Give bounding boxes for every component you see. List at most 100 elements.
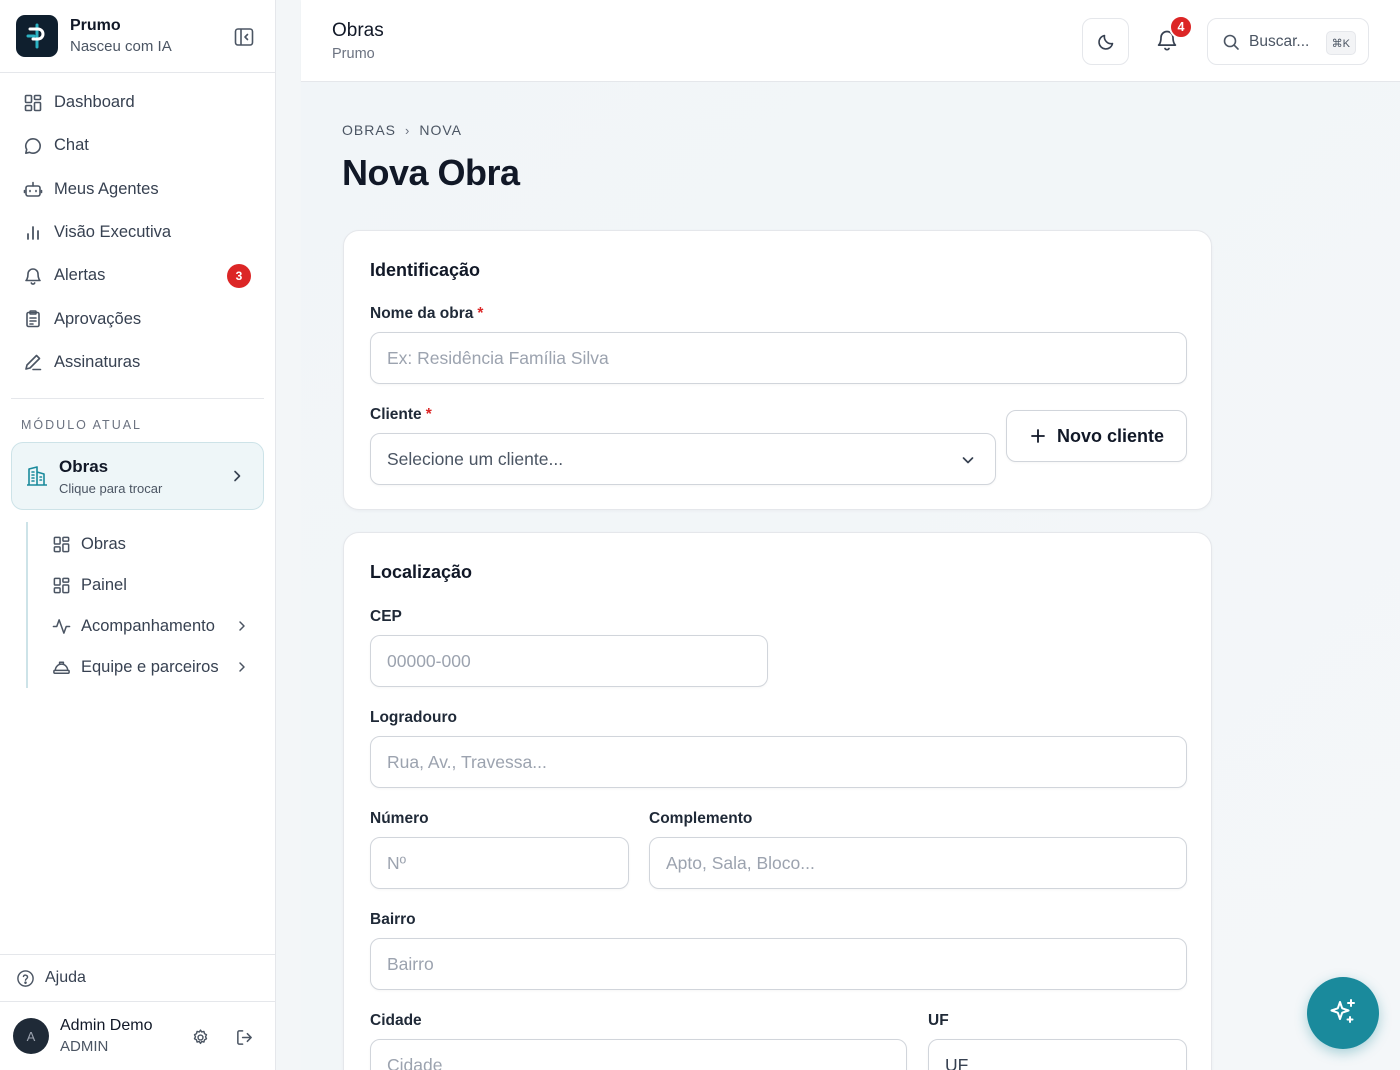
subnav-item-label: Painel <box>81 576 127 595</box>
sidebar-item-label: Chat <box>54 136 89 155</box>
sidebar-item-label: Visão Executiva <box>54 223 172 242</box>
chevron-right-icon <box>234 470 241 482</box>
gear-icon[interactable] <box>191 1028 210 1047</box>
module-title: Obras <box>59 456 109 476</box>
input-placeholder: Cidade <box>387 1054 443 1070</box>
nome-obra-label: Nome da obra * <box>370 305 483 323</box>
notifications-count-badge: 4 <box>1169 15 1193 39</box>
subnav-item-label: Equipe e parceiros <box>81 658 219 677</box>
user-name: Admin Demo <box>60 1017 153 1034</box>
novo-cliente-button[interactable]: Novo cliente <box>1006 410 1187 462</box>
button-label: Novo cliente <box>1056 425 1165 446</box>
uf-select[interactable]: UF <box>928 1039 1187 1070</box>
card-title: Localização <box>370 562 473 582</box>
complemento-input[interactable]: Apto, Sala, Bloco... <box>649 837 1187 889</box>
breadcrumb-parent[interactable]: OBRAS <box>342 122 396 138</box>
pen-icon <box>25 355 42 371</box>
ai-assistant-button[interactable] <box>1307 977 1379 1049</box>
subnav-item-painel[interactable]: Painel <box>28 565 275 606</box>
header-title: Obras <box>332 20 384 41</box>
search-icon <box>1223 34 1239 50</box>
grid-icon <box>53 577 70 594</box>
input-placeholder: Bairro <box>387 953 434 974</box>
sidebar-collapse-icon[interactable] <box>233 26 255 48</box>
cep-input[interactable]: 00000-000 <box>370 635 768 687</box>
sidebar-item-label: Aprovações <box>54 309 142 328</box>
breadcrumb: OBRAS › NOVA <box>342 122 462 138</box>
sidebar-item-dashboard[interactable]: Dashboard <box>0 81 275 124</box>
input-placeholder: Nº <box>387 852 407 873</box>
bairro-input[interactable]: Bairro <box>370 938 1187 990</box>
brand-header: Prumo Nasceu com IA <box>0 0 275 73</box>
main-content: OBRAS › NOVA Nova Obra Identificação Nom… <box>301 82 1400 1070</box>
sidebar-item-chat[interactable]: Chat <box>0 124 275 167</box>
sidebar-item-visao-executiva[interactable]: Visão Executiva <box>0 211 275 254</box>
sidebar-item-alertas[interactable]: Alertas 3 <box>0 254 275 297</box>
chat-bubble-icon <box>25 137 41 154</box>
input-placeholder: UF <box>945 1054 969 1070</box>
sidebar-item-meus-agentes[interactable]: Meus Agentes <box>0 168 275 211</box>
uf-label: UF <box>928 1012 949 1029</box>
numero-input[interactable]: Nº <box>370 837 629 889</box>
required-mark: * <box>477 305 484 322</box>
identificacao-card: Identificação Nome da obra * Ex: Residênc… <box>343 230 1212 510</box>
subnav-item-obras[interactable]: Obras <box>28 524 275 565</box>
alerts-count-badge: 3 <box>227 264 251 289</box>
module-switcher[interactable]: Obras Clique para trocar <box>11 442 264 511</box>
help-link[interactable]: Ajuda <box>0 954 275 1001</box>
subnav-item-equipe-parceiros[interactable]: Equipe e parceiros <box>28 647 275 688</box>
logradouro-label: Logradouro <box>370 709 457 726</box>
activity-icon <box>52 619 71 634</box>
bot-icon <box>23 181 43 198</box>
sidebar-item-label: Dashboard <box>54 93 135 112</box>
complemento-label: Complemento <box>649 810 753 827</box>
nome-obra-input[interactable]: Ex: Residência Família Silva <box>370 332 1187 384</box>
brand-name: Prumo <box>70 17 121 34</box>
chevron-right-icon <box>239 621 245 631</box>
main-nav: Dashboard Chat Meus Agentes Visão Execut… <box>0 73 275 384</box>
cliente-select[interactable]: Selecione um cliente... <box>370 433 996 485</box>
sidebar-item-aprovacoes[interactable]: Aprovações <box>0 297 275 340</box>
top-bar: Obras Prumo 4 Buscar... ⌘K <box>301 0 1400 82</box>
required-mark: * <box>425 406 432 423</box>
cliente-label: Cliente * <box>370 406 432 424</box>
module-section-label: MÓDULO ATUAL <box>21 418 143 433</box>
input-placeholder: Rua, Av., Travessa... <box>387 751 547 772</box>
label-text: Cliente <box>370 406 422 423</box>
logout-icon[interactable] <box>235 1028 254 1047</box>
avatar[interactable]: A <box>13 1018 49 1054</box>
search-placeholder: Buscar... <box>1249 32 1310 50</box>
input-placeholder: 00000-000 <box>387 650 471 671</box>
subnav-item-label: Obras <box>81 535 126 554</box>
prumo-logo-icon[interactable] <box>16 15 58 57</box>
plus-icon <box>1031 429 1045 443</box>
cep-label: CEP <box>370 608 402 625</box>
logradouro-input[interactable]: Rua, Av., Travessa... <box>370 736 1187 788</box>
chevron-right-icon <box>239 662 245 672</box>
module-subnav: Obras Painel Acompanhamento Equipe e par… <box>26 522 275 689</box>
select-placeholder: Selecione um cliente... <box>387 448 564 469</box>
bairro-label: Bairro <box>370 911 416 928</box>
header-subtitle: Prumo <box>332 46 375 62</box>
breadcrumb-separator-icon: › <box>405 122 411 138</box>
input-placeholder: Apto, Sala, Bloco... <box>666 852 815 873</box>
theme-toggle-button[interactable] <box>1082 18 1129 65</box>
help-label: Ajuda <box>45 969 86 986</box>
sidebar-item-assinaturas[interactable]: Assinaturas <box>0 341 275 384</box>
numero-label: Número <box>370 810 429 827</box>
search-button[interactable]: Buscar... ⌘K <box>1207 18 1369 65</box>
bar-chart-icon <box>27 225 39 240</box>
sidebar-divider <box>11 398 264 400</box>
module-subtitle: Clique para trocar <box>59 480 163 496</box>
input-placeholder: Ex: Residência Família Silva <box>387 347 609 368</box>
label-text: Nome da obra <box>370 305 474 322</box>
cidade-input[interactable]: Cidade <box>370 1039 907 1070</box>
subnav-item-acompanhamento[interactable]: Acompanhamento <box>28 606 275 647</box>
bell-icon <box>25 268 41 285</box>
grid-icon <box>53 536 70 553</box>
search-shortcut: ⌘K <box>1325 31 1356 55</box>
moon-icon <box>1097 34 1113 50</box>
sidebar-footer: Ajuda A Admin Demo ADMIN <box>0 954 275 1070</box>
sparkles-icon <box>1330 999 1355 1023</box>
grid-icon <box>24 94 42 111</box>
